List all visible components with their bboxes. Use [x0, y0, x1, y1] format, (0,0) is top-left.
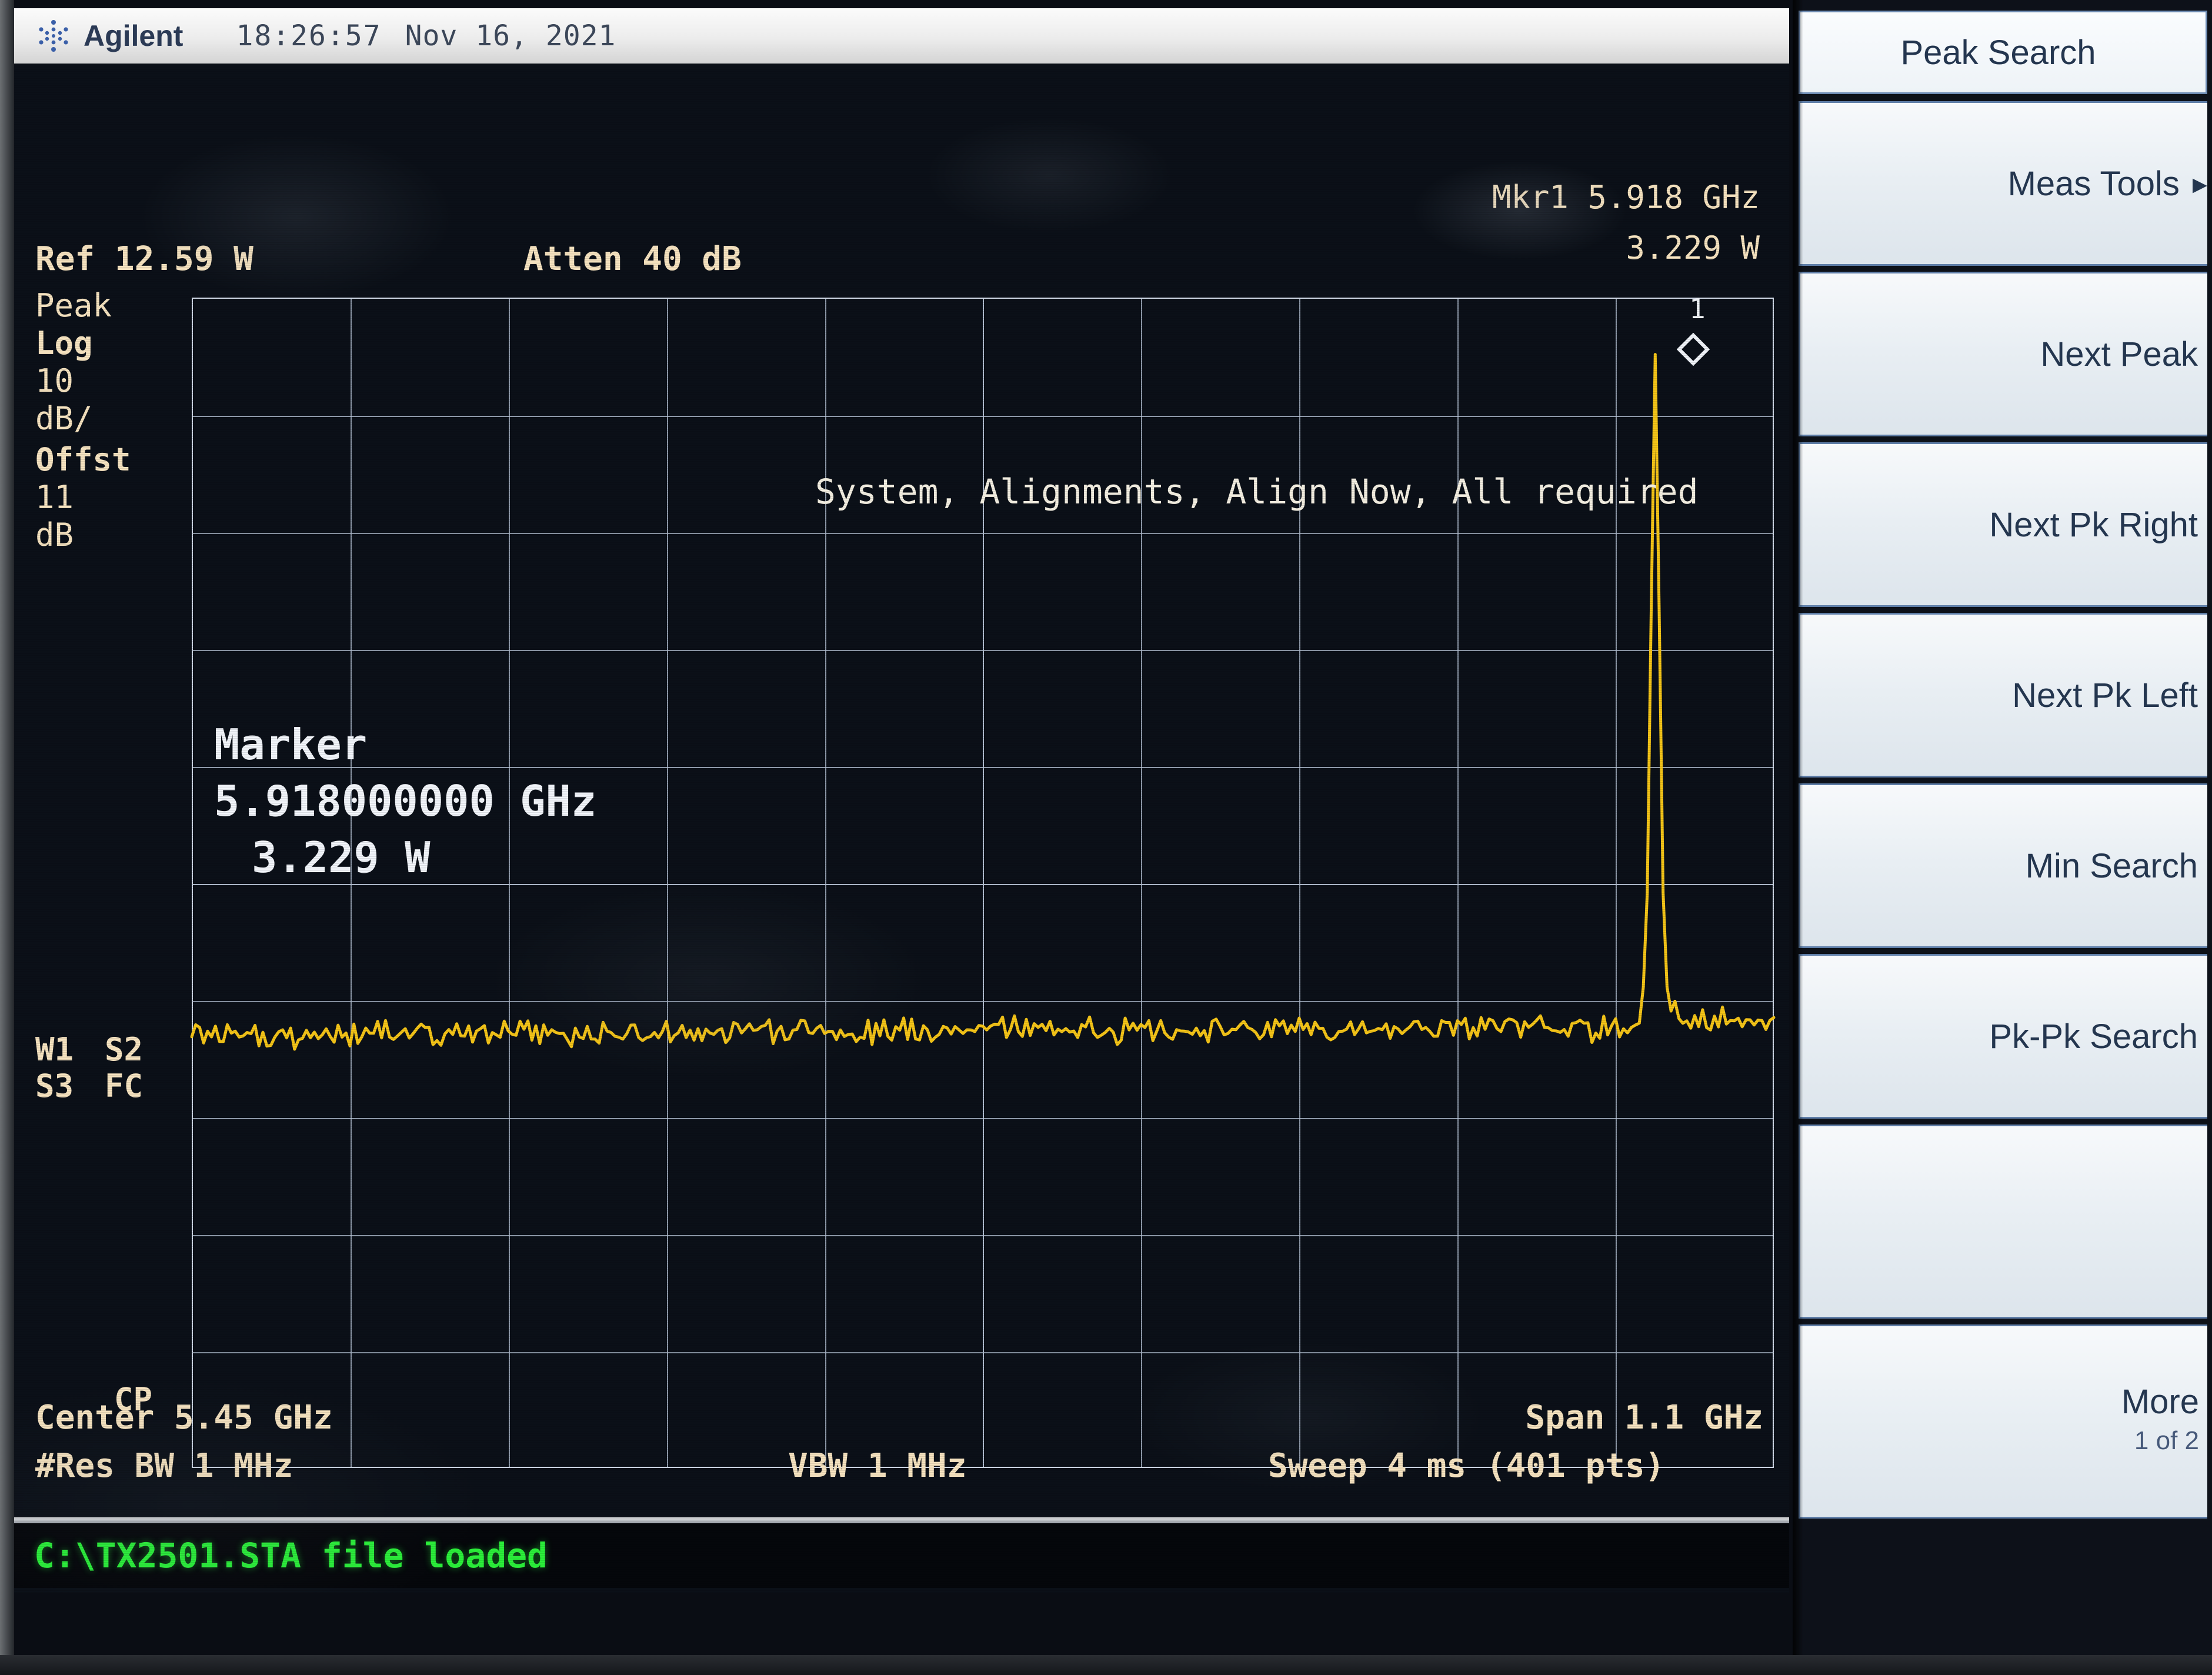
softkey-more-label: More [2121, 1383, 2199, 1422]
trace-state-s3: S3 [35, 1068, 105, 1105]
offset-units: dB [35, 516, 182, 554]
bottom-parameter-bar: Center 5.45 GHz Span 1.1 GHz #Res BW 1 M… [14, 1399, 1789, 1516]
detector-label: Peak [35, 287, 182, 325]
center-frequency-label: Center 5.45 GHz [35, 1399, 333, 1437]
softkey-label: Pk-Pk Search [1989, 1017, 2207, 1056]
trace-state-s2: S2 [105, 1032, 143, 1068]
softkey-meas-tools[interactable]: Meas Tools▸ [1799, 101, 2207, 266]
left-annotation-stack: Peak Log 10 dB/ Offst 11 dB [35, 287, 182, 554]
offset-value: 11 [35, 479, 182, 516]
softkey-label: Next Pk Right [1989, 505, 2207, 545]
brand-label: Agilent [84, 19, 183, 53]
trace-state-fc: FC [105, 1068, 143, 1105]
softkey-menu: Peak Search Meas Tools▸ Next Peak Next P… [1793, 0, 2212, 1675]
scale-per-div-value: 10 [35, 362, 182, 400]
video-bandwidth-label: VBW 1 MHz [788, 1447, 966, 1485]
reference-level-label: Ref 12.59 W [35, 240, 253, 278]
trace-state-annotations: W1S2 S3FC [35, 1032, 143, 1105]
scale-type-label: Log [35, 325, 182, 362]
clock-time: 18:26:57 [236, 19, 381, 52]
alignment-warning-message: System, Alignments, Align Now, All requi… [815, 472, 1699, 512]
marker-readout-amplitude: 3.229 W [252, 829, 596, 886]
chevron-right-icon: ▸ [2193, 166, 2207, 201]
scale-units-label: dB/ [35, 400, 182, 438]
marker-number-label: 1 [1689, 293, 1706, 325]
status-separator [14, 1517, 1789, 1523]
instrument-screen: Agilent 18:26:57 Nov 16, 2021 Ref 12.59 … [0, 0, 2212, 1675]
softkey-label: Next Peak [2040, 335, 2207, 374]
softkey-next-pk-left[interactable]: Next Pk Left [1799, 613, 2207, 778]
softkey-next-pk-right[interactable]: Next Pk Right [1799, 442, 2207, 607]
marker-readout-frequency: 5.918000000 GHz [214, 773, 596, 829]
span-label: Span 1.1 GHz [1525, 1399, 1763, 1437]
bottom-bezel [0, 1655, 2212, 1675]
softkey-more[interactable]: More 1 of 2 [1799, 1324, 2207, 1519]
softkey-more-page: 1 of 2 [2134, 1422, 2199, 1460]
clock-date: Nov 16, 2021 [405, 19, 616, 52]
softkey-min-search[interactable]: Min Search [1799, 783, 2207, 948]
softkey-label: Meas Tools [2008, 164, 2189, 203]
marker1-frequency-readout: Mkr1 5.918 GHz [1492, 179, 1760, 216]
softkey-menu-title: Peak Search [1799, 11, 2207, 94]
softkey-pk-pk-search[interactable]: Pk-Pk Search [1799, 954, 2207, 1119]
softkey-blank[interactable] [1799, 1125, 2207, 1319]
marker-diamond-icon [1677, 333, 1710, 366]
sweep-time-label: Sweep 4 ms (401 pts) [1268, 1447, 1664, 1485]
trace-state-w1: W1 [35, 1032, 105, 1068]
instrument-title-bar: Agilent 18:26:57 Nov 16, 2021 [14, 8, 1789, 64]
softkey-next-peak[interactable]: Next Peak [1799, 272, 2207, 436]
marker-readout-block: Marker 5.918000000 GHz 3.229 W [214, 716, 596, 886]
spectrum-display[interactable]: Ref 12.59 W Atten 40 dB Mkr1 5.918 GHz 3… [14, 64, 1789, 1593]
softkey-label: Min Search [2026, 846, 2207, 886]
offset-label: Offst [35, 441, 182, 479]
status-message: C:\TX2501.STA file loaded [34, 1536, 548, 1576]
softkey-shadow [1793, 0, 1803, 1675]
softkey-title-label: Peak Search [1900, 33, 2105, 72]
attenuation-label: Atten 40 dB [523, 240, 742, 278]
resolution-bandwidth-label: #Res BW 1 MHz [35, 1447, 293, 1485]
marker1-amplitude-readout: 3.229 W [1626, 229, 1760, 266]
left-bezel [0, 0, 14, 1675]
status-bar: C:\TX2501.STA file loaded [14, 1523, 1789, 1588]
marker-readout-title: Marker [214, 716, 596, 773]
softkey-label: Next Pk Left [2012, 676, 2207, 715]
agilent-star-icon [34, 16, 73, 55]
